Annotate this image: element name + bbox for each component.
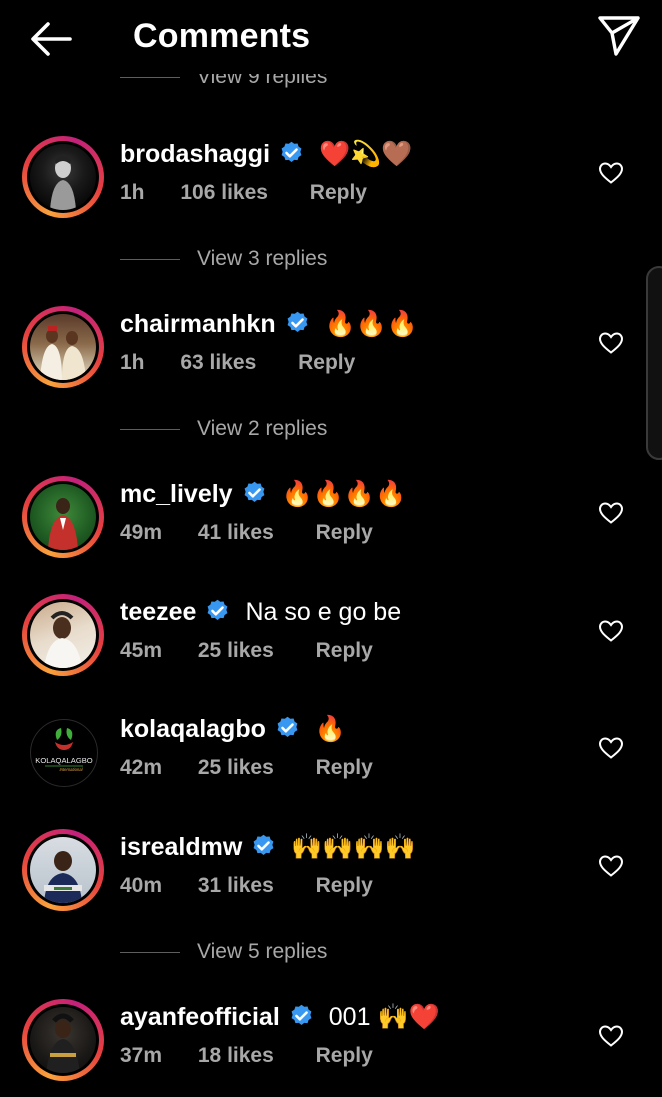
scroll-handle[interactable] bbox=[646, 266, 662, 460]
avatar[interactable] bbox=[22, 829, 104, 911]
comment-item: mc_lively 🔥🔥🔥🔥 49m 41 likes Reply bbox=[0, 476, 662, 566]
comment-text: 🙌🙌🙌🙌 bbox=[291, 833, 416, 861]
avatar[interactable] bbox=[22, 306, 104, 388]
comment-item: ayanfeofficial 001 🙌❤️ 37m 18 likes Reply bbox=[0, 999, 662, 1089]
comment-time: 1h bbox=[120, 351, 145, 374]
verified-badge-icon bbox=[281, 141, 302, 162]
likes-count[interactable]: 25 likes bbox=[198, 755, 274, 781]
reply-button[interactable]: Reply bbox=[316, 1043, 373, 1069]
view-replies-label: View 2 replies bbox=[197, 417, 328, 440]
reply-button[interactable]: Reply bbox=[298, 350, 355, 376]
likes-count[interactable]: 41 likes bbox=[198, 520, 274, 546]
comment-time: 37m bbox=[120, 1044, 163, 1067]
comment-time: 1h bbox=[120, 181, 145, 204]
reply-button[interactable]: Reply bbox=[316, 873, 373, 899]
comment-text: 🔥🔥🔥🔥 bbox=[281, 480, 407, 508]
verified-badge-icon bbox=[253, 834, 274, 855]
arrow-left-icon bbox=[31, 22, 72, 56]
view-replies-label: View 5 replies bbox=[197, 940, 328, 963]
heart-icon[interactable] bbox=[598, 331, 624, 355]
reply-button[interactable]: Reply bbox=[316, 520, 373, 546]
comment-text: 001 🙌❤️ bbox=[328, 1003, 440, 1031]
comment-time: 49m bbox=[120, 521, 163, 544]
heart-icon[interactable] bbox=[598, 1024, 624, 1048]
heart-icon[interactable] bbox=[598, 619, 624, 643]
verified-badge-icon bbox=[291, 1004, 312, 1025]
comment-item: KOLAQALAGBO International kolaqalagbo 🔥 4… bbox=[0, 711, 662, 801]
likes-count[interactable]: 18 likes bbox=[198, 1043, 274, 1069]
comment-time: 42m bbox=[120, 756, 163, 779]
verified-badge-icon bbox=[277, 716, 298, 737]
username[interactable]: kolaqalagbo bbox=[120, 715, 266, 743]
username[interactable]: ayanfeofficial bbox=[120, 1003, 280, 1031]
comment-text: 🔥 bbox=[314, 715, 347, 743]
comment-item: brodashaggi ❤️💫🤎 1h 106 likes Reply bbox=[0, 136, 662, 226]
view-replies-top[interactable]: View 9 replies bbox=[0, 74, 662, 100]
logo-subtext: International bbox=[59, 767, 83, 772]
divider bbox=[120, 952, 180, 953]
comment-item: teezee Na so e go be 45m 25 likes Reply bbox=[0, 594, 662, 684]
reply-button[interactable]: Reply bbox=[316, 638, 373, 664]
reply-button[interactable]: Reply bbox=[316, 755, 373, 781]
top-bar: Comments bbox=[0, 0, 662, 72]
back-button[interactable] bbox=[26, 14, 76, 64]
logo-text: KOLAQALAGBO bbox=[35, 756, 92, 765]
comment-item: isrealdmw 🙌🙌🙌🙌 40m 31 likes Reply bbox=[0, 829, 662, 919]
avatar[interactable] bbox=[22, 136, 104, 218]
avatar[interactable] bbox=[22, 476, 104, 558]
avatar[interactable]: KOLAQALAGBO International bbox=[22, 711, 104, 793]
comment-text: 🔥🔥🔥 bbox=[324, 310, 418, 338]
heart-icon[interactable] bbox=[598, 161, 624, 185]
verified-badge-icon bbox=[287, 311, 308, 332]
avatar[interactable] bbox=[22, 594, 104, 676]
comment-time: 45m bbox=[120, 639, 163, 662]
share-button[interactable] bbox=[594, 10, 644, 60]
heart-icon[interactable] bbox=[598, 501, 624, 525]
avatar[interactable] bbox=[22, 999, 104, 1081]
comment-text: Na so e go be bbox=[245, 598, 402, 626]
divider bbox=[120, 77, 180, 78]
likes-count[interactable]: 25 likes bbox=[198, 638, 274, 664]
comment-item: chairmanhkn 🔥🔥🔥 1h 63 likes Reply bbox=[0, 306, 662, 396]
view-replies-button[interactable]: View 5 replies bbox=[0, 937, 662, 967]
view-replies-label: View 3 replies bbox=[197, 247, 328, 270]
comment-text: ❤️💫🤎 bbox=[319, 140, 413, 168]
heart-icon[interactable] bbox=[598, 736, 624, 760]
username[interactable]: mc_lively bbox=[120, 480, 233, 508]
likes-count[interactable]: 106 likes bbox=[180, 180, 268, 206]
reply-button[interactable]: Reply bbox=[310, 180, 367, 206]
divider bbox=[120, 259, 180, 260]
username[interactable]: teezee bbox=[120, 598, 196, 626]
paper-plane-icon bbox=[598, 16, 640, 56]
view-replies-button[interactable]: View 2 replies bbox=[0, 414, 662, 444]
username[interactable]: isrealdmw bbox=[120, 833, 242, 861]
verified-badge-icon bbox=[208, 599, 228, 620]
likes-count[interactable]: 31 likes bbox=[198, 873, 274, 899]
heart-icon[interactable] bbox=[598, 854, 624, 878]
comment-time: 40m bbox=[120, 874, 163, 897]
view-replies-label: View 9 replies bbox=[197, 74, 328, 88]
likes-count[interactable]: 63 likes bbox=[180, 350, 256, 376]
verified-badge-icon bbox=[244, 481, 264, 502]
divider bbox=[120, 429, 180, 430]
view-replies-button[interactable]: View 3 replies bbox=[0, 244, 662, 274]
username[interactable]: chairmanhkn bbox=[120, 310, 276, 338]
username[interactable]: brodashaggi bbox=[120, 140, 270, 168]
page-title: Comments bbox=[133, 17, 311, 55]
